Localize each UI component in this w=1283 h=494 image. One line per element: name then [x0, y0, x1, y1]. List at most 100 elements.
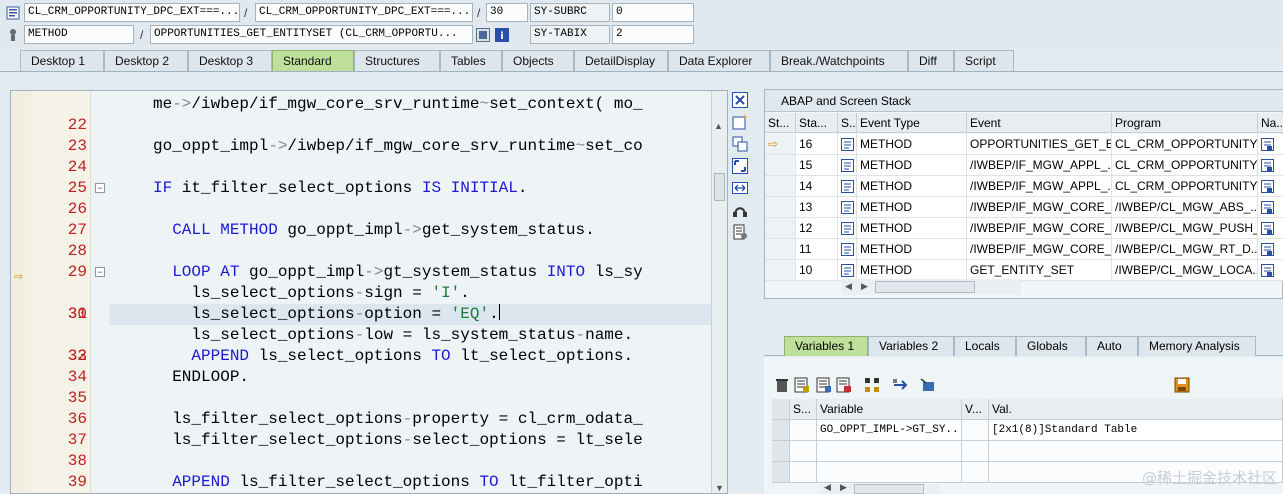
fold-toggle-icon[interactable]: − [95, 267, 105, 277]
tab-tables[interactable]: Tables [440, 50, 502, 71]
row-selector[interactable] [772, 441, 790, 462]
scroll-right-icon[interactable]: ▶ [861, 281, 868, 292]
stack-event-cell[interactable]: OPPORTUNITIES_GET_E... [967, 134, 1112, 155]
navigate-icon[interactable] [892, 377, 908, 393]
tab-desktop-2[interactable]: Desktop 2 [104, 50, 188, 71]
stack-status-cell[interactable] [765, 260, 796, 281]
scroll-thumb[interactable] [854, 484, 924, 494]
tab-auto[interactable]: Auto [1086, 336, 1138, 356]
navigate-source-icon[interactable] [1258, 155, 1283, 176]
scroll-thumb[interactable] [875, 281, 975, 293]
new-tool-icon[interactable] [732, 114, 748, 130]
stack-status-cell[interactable] [765, 218, 796, 239]
code-line-current[interactable]: ⇨ 30 − LOOP AT go_oppt_impl->gt_system_s… [11, 262, 713, 323]
import-icon[interactable] [794, 377, 810, 393]
tab-breakpoints[interactable]: Break./Watchpoints [770, 50, 908, 71]
code-line-cursor[interactable]: 32 ls_select_options-option = 'EQ'. [11, 304, 713, 365]
navigate-source-icon[interactable] [1258, 134, 1283, 155]
export-icon[interactable] [816, 377, 832, 393]
tab-desktop-1[interactable]: Desktop 1 [20, 50, 104, 71]
stack-event-cell[interactable]: GET_ENTITY_SET [967, 260, 1112, 281]
scroll-thumb[interactable] [714, 173, 725, 201]
sysfield-value-2[interactable]: 2 [612, 25, 694, 44]
code-line[interactable]: 25 [11, 157, 713, 197]
event-name-field[interactable]: OPPORTUNITIES_GET_ENTITYSET (CL_CRM_OPPO… [150, 25, 473, 44]
info-icon[interactable]: i [495, 28, 509, 42]
tab-script[interactable]: Script [954, 50, 1014, 71]
save-icon[interactable] [1174, 377, 1190, 393]
row-selector[interactable] [772, 420, 790, 441]
services-icon[interactable] [732, 202, 748, 218]
stack-level-cell[interactable]: 16 [796, 134, 838, 155]
stack-event-cell[interactable]: /IWBEP/IF_MGW_CORE_... [967, 239, 1112, 260]
sysfield-value-1[interactable]: 0 [612, 3, 694, 22]
stack-event-cell[interactable]: /IWBEP/IF_MGW_APPL_... [967, 176, 1112, 197]
method-type-icon[interactable] [838, 176, 857, 197]
column-header[interactable]: Na... [1258, 113, 1283, 133]
hierarchy-icon[interactable] [864, 377, 880, 393]
method-type-icon[interactable] [838, 134, 857, 155]
code-line[interactable]: 29 [11, 241, 713, 281]
stack-event-cell[interactable]: /IWBEP/IF_MGW_APPL_... [967, 155, 1112, 176]
tab-objects[interactable]: Objects [502, 50, 574, 71]
tab-data-explorer[interactable]: Data Explorer [668, 50, 770, 71]
stack-horizontal-scrollbar[interactable]: ◀ ▶ [841, 279, 1021, 295]
variable-view-cell[interactable] [962, 420, 989, 441]
method-type-icon[interactable] [838, 260, 857, 281]
code-line[interactable]: 35 ENDLOOP. [11, 367, 713, 407]
empty-cell[interactable] [989, 441, 1283, 462]
column-header[interactable]: S... [790, 399, 817, 420]
tab-memory-analysis[interactable]: Memory Analysis [1138, 336, 1256, 356]
stack-status-cell[interactable] [765, 239, 796, 260]
stack-type-cell[interactable]: METHOD [857, 134, 967, 155]
code-line[interactable]: 37 ls_filter_select_options-property = c… [11, 409, 713, 449]
scroll-left-icon[interactable]: ◀ [845, 281, 852, 292]
close-icon[interactable] [732, 92, 748, 108]
stack-status-cell[interactable] [765, 155, 796, 176]
editor-vertical-scrollbar[interactable]: ▲ ▼ [711, 91, 727, 493]
stack-program-cell[interactable]: CL_CRM_OPPORTUNITY_... [1112, 134, 1258, 155]
stack-level-cell[interactable]: 10 [796, 260, 838, 281]
source-code-editor[interactable]: 22 me->/iwbep/if_mgw_core_srv_runtime~se… [10, 90, 728, 494]
variable-name-input[interactable] [817, 462, 962, 483]
stack-program-cell[interactable]: CL_CRM_OPPORTUNITY_... [1112, 176, 1258, 197]
stack-program-cell[interactable]: /IWBEP/CL_MGW_PUSH_... [1112, 218, 1258, 239]
fold-toggle-icon[interactable]: − [95, 183, 105, 193]
stack-level-cell[interactable]: 15 [796, 155, 838, 176]
code-line[interactable]: 40 APPEND ls_filter_select_options TO lt… [11, 472, 713, 493]
navigate-source-icon[interactable] [1258, 218, 1283, 239]
stack-level-cell[interactable]: 12 [796, 218, 838, 239]
empty-cell[interactable] [962, 462, 989, 483]
column-header[interactable]: Variable [817, 399, 962, 420]
stack-type-cell[interactable]: METHOD [857, 197, 967, 218]
scroll-down-icon[interactable]: ▼ [715, 483, 724, 493]
variable-name-cell[interactable]: GO_OPPT_IMPL->GT_SY... [817, 420, 962, 441]
include-name-field[interactable]: CL_CRM_OPPORTUNITY_DPC_EXT===... [255, 3, 473, 22]
method-type-icon[interactable] [838, 218, 857, 239]
navigate-source-icon[interactable] [1258, 260, 1283, 281]
tab-desktop-3[interactable]: Desktop 3 [188, 50, 272, 71]
column-header[interactable]: Sta... [796, 113, 838, 133]
stack-event-cell[interactable]: /IWBEP/IF_MGW_CORE_... [967, 197, 1112, 218]
stack-type-cell[interactable]: METHOD [857, 239, 967, 260]
replace-tool-icon[interactable] [732, 136, 748, 152]
row-selector[interactable] [772, 399, 790, 420]
stack-program-cell[interactable]: /IWBEP/CL_MGW_RT_D... [1112, 239, 1258, 260]
code-line[interactable]: 27 [11, 199, 713, 239]
column-header[interactable]: St... [765, 113, 796, 133]
swap-icon[interactable] [732, 180, 748, 196]
object-icon[interactable] [920, 377, 936, 393]
code-line[interactable]: 28 CALL METHOD go_oppt_impl->get_system_… [11, 220, 713, 260]
stack-event-cell[interactable]: /IWBEP/IF_MGW_CORE_... [967, 218, 1112, 239]
empty-cell[interactable] [790, 462, 817, 483]
tab-structures[interactable]: Structures [354, 50, 440, 71]
navigate-source-icon[interactable] [1258, 197, 1283, 218]
stack-type-cell[interactable]: METHOD [857, 218, 967, 239]
scroll-right-icon[interactable]: ▶ [840, 482, 847, 493]
method-type-icon[interactable] [838, 155, 857, 176]
tab-variables-1[interactable]: Variables 1 [784, 336, 868, 356]
tab-locals[interactable]: Locals [954, 336, 1016, 356]
settings-tool-icon[interactable] [732, 224, 748, 240]
code-line[interactable]: 34 APPEND ls_select_options TO lt_select… [11, 346, 713, 386]
stack-status-cell[interactable] [765, 197, 796, 218]
